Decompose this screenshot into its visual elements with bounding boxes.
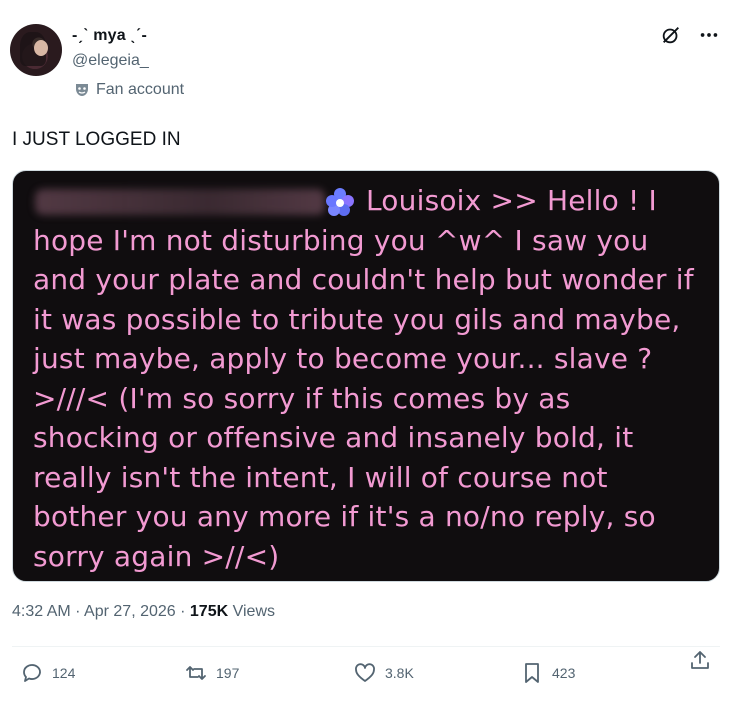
meta-separator: ·	[180, 603, 190, 620]
share-button[interactable]	[688, 648, 712, 672]
meta-separator: ·	[75, 603, 85, 620]
reply-count: 124	[52, 665, 76, 681]
image-message-body: Louisoix >> Hello ! I hope I'm not distu…	[33, 184, 694, 573]
share-icon	[691, 651, 709, 669]
repost-count: 197	[216, 665, 240, 681]
tweet-meta: 4:32 AM · Apr 27, 2026 · 175K Views	[12, 603, 275, 621]
repost-button[interactable]: 197	[184, 661, 239, 685]
user-handle[interactable]: @elegeia_	[72, 52, 149, 70]
bookmark-icon	[525, 663, 539, 683]
actions-divider	[12, 646, 720, 647]
heart-icon	[355, 663, 375, 682]
top-actions	[660, 24, 720, 46]
tweet-text: I JUST LOGGED IN	[12, 129, 181, 150]
mask-icon	[74, 82, 90, 98]
action-bar: 124 197 3.8K 423	[0, 648, 736, 701]
views-label: Views	[232, 603, 275, 620]
image-message-text: Louisoix >> Hello ! I hope I'm not distu…	[33, 181, 705, 576]
tweet-image[interactable]: Louisoix >> Hello ! I hope I'm not distu…	[12, 170, 720, 582]
avatar-face	[34, 40, 48, 56]
display-name[interactable]: -ˏˋ mya ˎˊ-	[72, 27, 147, 45]
like-button[interactable]: 3.8K	[353, 661, 414, 685]
fan-account-badge: Fan account	[74, 81, 184, 99]
tweet-time[interactable]: 4:32 AM	[12, 603, 71, 620]
reply-icon	[23, 664, 41, 682]
like-count: 3.8K	[385, 665, 414, 681]
reply-button[interactable]: 124	[20, 661, 75, 685]
bookmark-count: 423	[552, 665, 576, 681]
tweet-date[interactable]: Apr 27, 2026	[84, 603, 176, 620]
fan-account-label: Fan account	[96, 81, 185, 98]
avatar[interactable]	[10, 24, 62, 76]
more-options-icon[interactable]	[698, 24, 720, 46]
grok-icon[interactable]	[660, 24, 682, 46]
repost-icon	[186, 666, 206, 680]
bookmark-button[interactable]: 423	[520, 661, 575, 685]
views-count: 175K	[189, 603, 229, 620]
